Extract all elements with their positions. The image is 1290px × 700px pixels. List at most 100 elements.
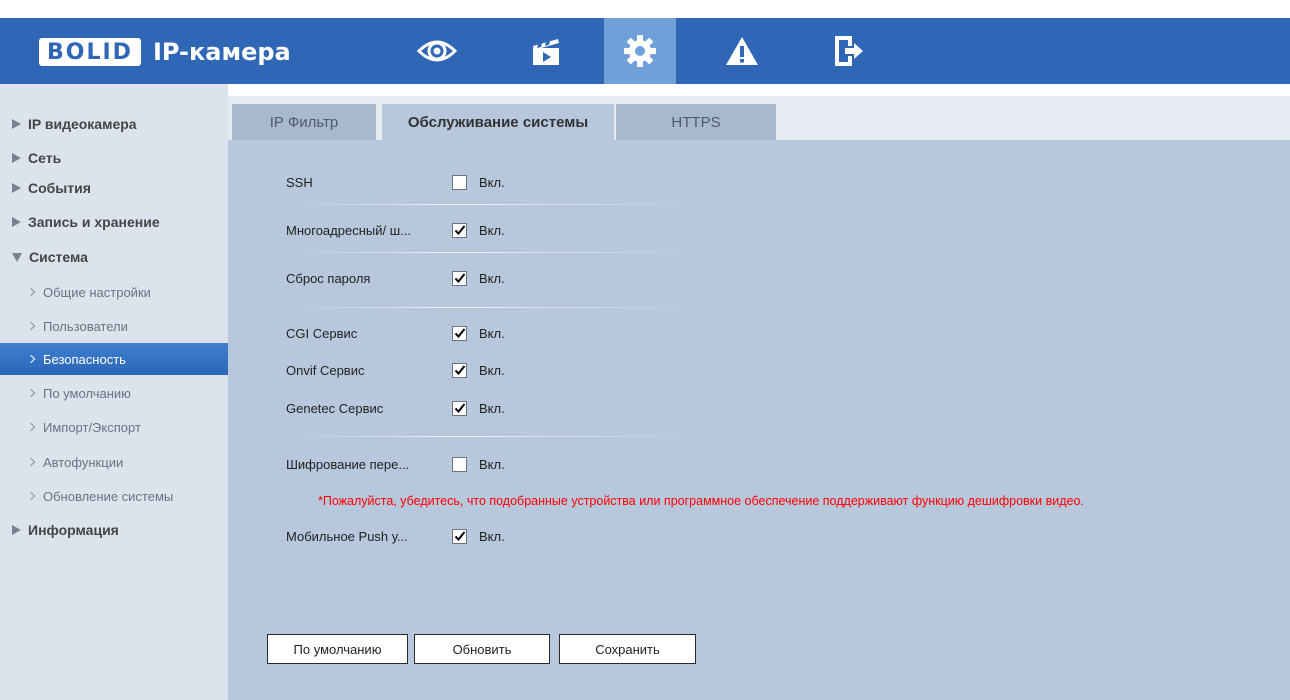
chevron-right-icon [26,287,36,297]
divider [286,436,706,437]
logout-icon [835,36,863,66]
sidebar-item-label: IP видеокамера [28,116,137,132]
chevron-right-icon [26,457,36,467]
checkmark-icon [454,531,465,541]
checkmark-icon [454,403,465,413]
main-content: IP Фильтр Обслуживание системы HTTPS SSH… [228,96,1290,700]
sidebar-item-info[interactable]: Информация [0,514,228,546]
sidebar-item-events[interactable]: События [0,172,228,204]
sidebar-item-label: Обновление системы [43,488,174,504]
divider [286,204,706,205]
chevron-right-icon [26,388,36,398]
expand-arrow-icon [12,183,21,193]
expand-arrow-icon [12,217,21,227]
expand-arrow-icon [12,525,21,535]
setting-row-encryption: Шифрование пере... Вкл. [286,452,505,476]
setting-label: Многоадресный/ ш... [286,222,411,238]
tab-https[interactable]: HTTPS [616,104,776,140]
collapse-arrow-icon [12,252,22,262]
live-view-nav[interactable] [401,18,473,84]
sidebar-item-label: Запись и хранение [28,214,160,230]
default-button[interactable]: По умолчанию [267,634,408,664]
chevron-right-icon [26,354,36,364]
sidebar-item-import-export[interactable]: Импорт/Экспорт [0,411,228,443]
checkmark-icon [454,328,465,338]
onvif-checkbox[interactable] [452,362,467,378]
eye-icon [417,40,457,62]
top-header: BOLID IP-камера [0,18,1290,84]
sidebar-item-general[interactable]: Общие настройки [0,276,228,308]
sidebar-item-network[interactable]: Сеть [0,142,228,174]
checkbox-label: Вкл. [479,362,505,378]
checkbox-label: Вкл. [479,400,505,416]
refresh-button[interactable]: Обновить [414,634,550,664]
sidebar-item-label: Пользователи [43,318,128,334]
clapperboard-icon [533,39,559,65]
checkbox-label: Вкл. [479,456,505,472]
tab-ip-filter[interactable]: IP Фильтр [232,104,376,140]
setting-label: Сброс пароля [286,270,371,286]
sidebar-item-default[interactable]: По умолчанию [0,377,228,409]
setting-row-genetec: Genetec Сервис Вкл. [286,396,505,420]
setting-label: Шифрование пере... [286,456,410,472]
brand-logo: BOLID IP-камера [39,34,291,70]
chevron-right-icon [26,491,36,501]
setting-label: Onvif Сервис [286,362,365,378]
setting-row-ssh: SSH Вкл. [286,170,505,194]
checkmark-icon [454,273,465,283]
expand-arrow-icon [12,153,21,163]
sidebar-item-system[interactable]: Система [0,241,228,273]
setting-row-mobile-push: Мобильное Push у... Вкл. [286,524,505,548]
sidebar-item-auto-functions[interactable]: Автофункции [0,446,228,478]
sidebar-item-label: Общие настройки [43,284,151,300]
setting-label: SSH [286,174,313,190]
checkbox-label: Вкл. [479,528,505,544]
alarm-nav[interactable] [706,18,778,84]
checkmark-icon [454,365,465,375]
setting-row-onvif: Onvif Сервис Вкл. [286,358,505,382]
sidebar: IP видеокамера Сеть События Запись и хра… [0,84,228,700]
save-button[interactable]: Сохранить [559,634,696,664]
divider [286,307,706,308]
genetec-checkbox[interactable] [452,400,467,416]
checkbox-label: Вкл. [479,174,505,190]
setting-row-cgi: CGI Сервис Вкл. [286,321,505,345]
chevron-right-icon [26,321,36,331]
setting-label: Мобильное Push у... [286,528,408,544]
encryption-checkbox[interactable] [452,456,467,472]
gear-icon [624,35,656,67]
sidebar-item-users[interactable]: Пользователи [0,310,228,342]
checkbox-label: Вкл. [479,270,505,286]
password-reset-checkbox[interactable] [452,270,467,286]
mobile-push-checkbox[interactable] [452,528,467,544]
logo-mark: BOLID [39,38,141,66]
tab-bar: IP Фильтр Обслуживание системы HTTPS [228,96,1290,140]
warning-icon [726,37,758,65]
checkmark-icon [454,225,465,235]
checkbox-label: Вкл. [479,222,505,238]
setting-label: Genetec Сервис [286,400,384,416]
sidebar-item-upgrade[interactable]: Обновление системы [0,480,228,512]
sidebar-item-label: Сеть [28,150,62,166]
sidebar-item-label: Автофункции [43,454,124,470]
setting-row-password-reset: Сброс пароля Вкл. [286,266,505,290]
divider [286,252,706,253]
logout-nav[interactable] [812,18,884,84]
playback-nav[interactable] [510,18,582,84]
setup-nav[interactable] [604,18,676,84]
sidebar-item-label: Система [29,249,88,265]
chevron-right-icon [26,422,36,432]
sidebar-item-label: По умолчанию [43,385,131,401]
expand-arrow-icon [12,119,21,129]
sidebar-item-storage[interactable]: Запись и хранение [0,206,228,238]
sidebar-item-label: События [28,180,91,196]
ssh-checkbox[interactable] [452,174,467,190]
cgi-checkbox[interactable] [452,325,467,341]
tab-system-service[interactable]: Обслуживание системы [382,104,614,140]
checkbox-label: Вкл. [479,325,505,341]
multicast-checkbox[interactable] [452,222,467,238]
sidebar-item-ip-camera[interactable]: IP видеокамера [0,108,228,140]
sidebar-item-label: Импорт/Экспорт [43,419,141,435]
sidebar-item-security[interactable]: Безопасность [0,343,228,375]
sidebar-item-label: Безопасность [43,351,126,367]
